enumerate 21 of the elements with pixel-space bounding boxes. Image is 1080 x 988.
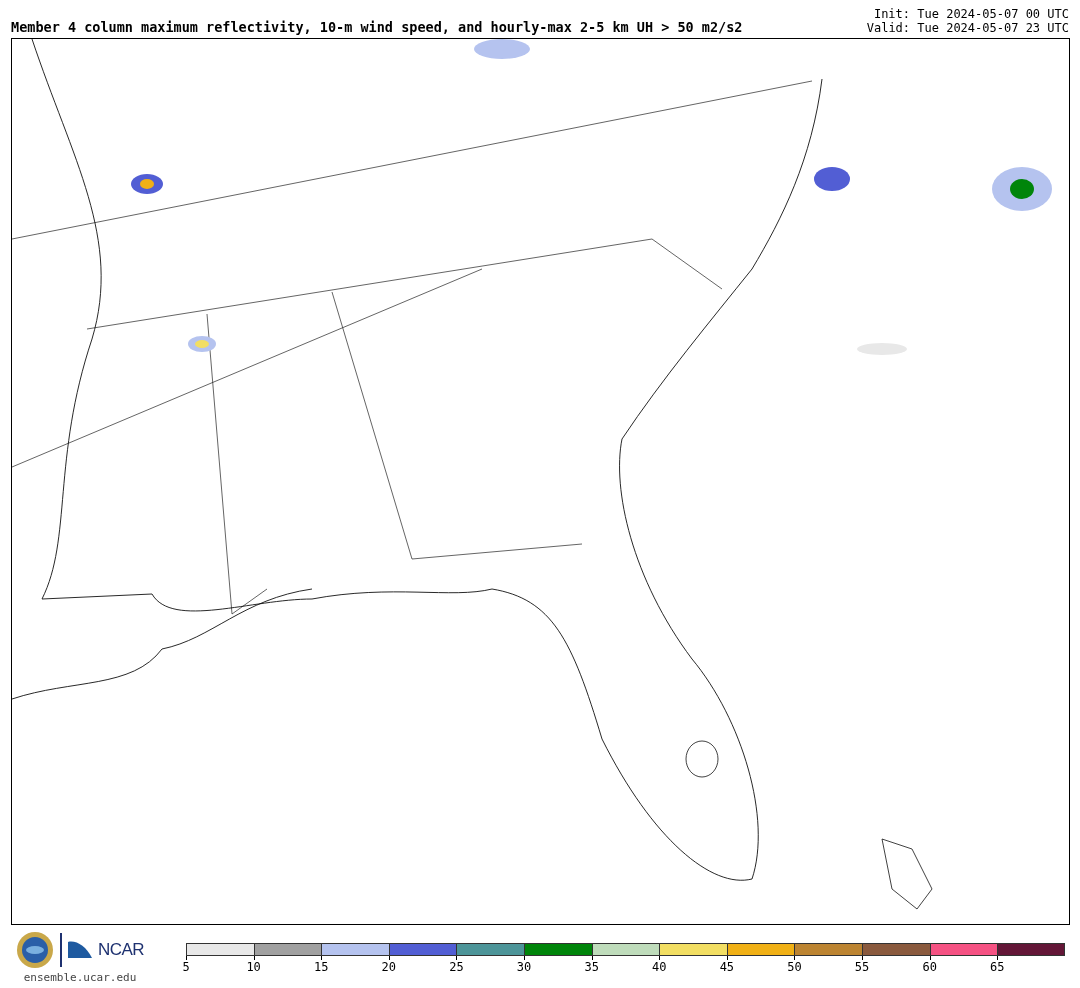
valid-time: Valid: Tue 2024-05-07 23 UTC bbox=[866, 21, 1069, 35]
tick-label: 65 bbox=[989, 960, 1006, 974]
tick-label: 50 bbox=[786, 960, 803, 974]
tick-label: 55 bbox=[853, 960, 871, 974]
tick-label: 40 bbox=[651, 960, 668, 974]
divider-line-icon bbox=[59, 933, 62, 967]
website-url: ensemble.ucar.edu bbox=[23, 971, 137, 984]
tick-label: 45 bbox=[718, 960, 736, 974]
tick-label: 30 bbox=[515, 960, 533, 974]
logo-text: NCAR bbox=[97, 940, 145, 960]
init-time: Init: Tue 2024-05-07 00 UTC bbox=[873, 7, 1069, 21]
tick-label: 5 bbox=[181, 960, 191, 974]
tick-label: 10 bbox=[245, 960, 262, 974]
globe-seal-icon bbox=[15, 931, 54, 969]
swoosh-icon bbox=[67, 940, 92, 960]
tick-label: 20 bbox=[380, 960, 398, 974]
tick-label: 35 bbox=[583, 960, 600, 974]
tick-label: 15 bbox=[313, 960, 330, 974]
tick-label: 60 bbox=[921, 960, 938, 974]
plot-title: Member 4 column maximum reflectivity, 10-m wind speed, and hourly-max 2-5 km UH > 50 m2/s2 bbox=[11, 19, 743, 35]
tick-label: 25 bbox=[448, 960, 465, 974]
